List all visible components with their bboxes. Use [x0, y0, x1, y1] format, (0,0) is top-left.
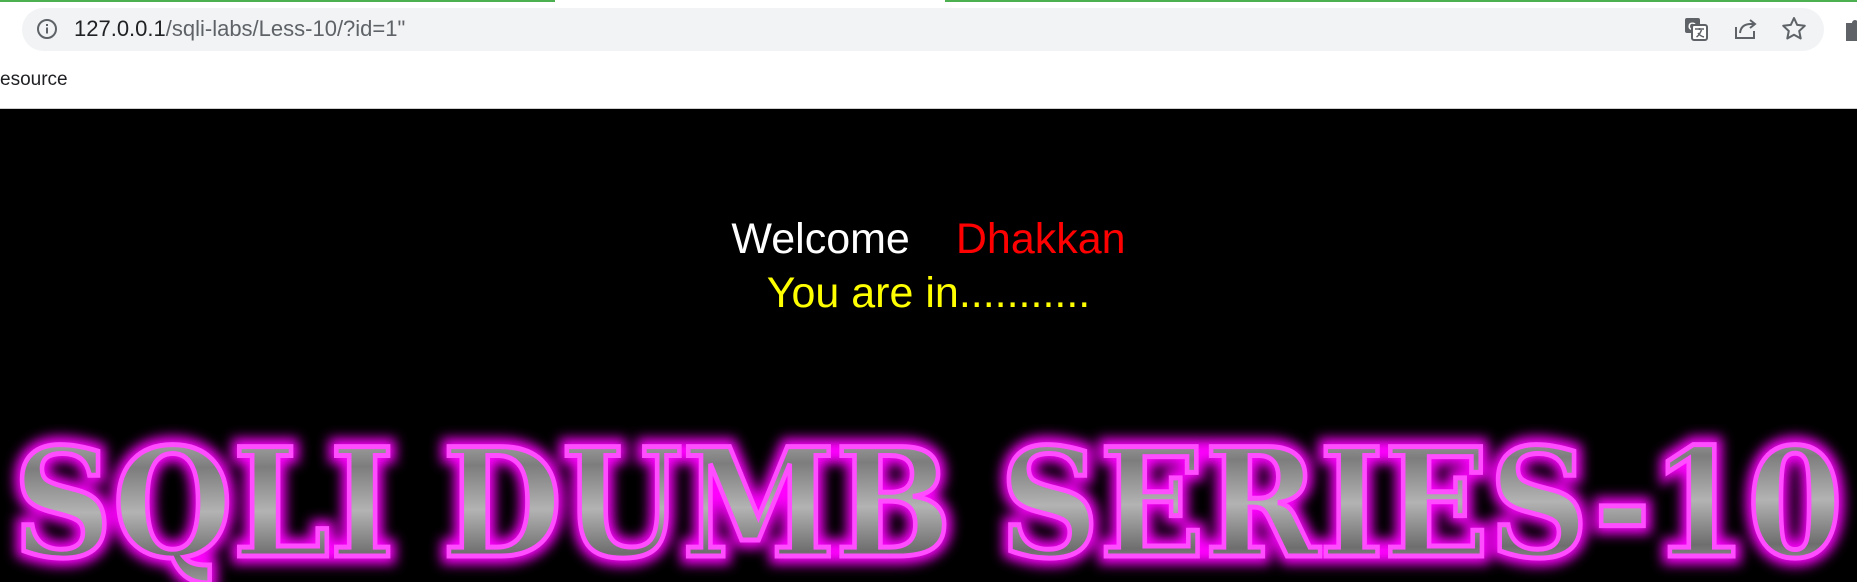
user-name: Dhakkan [955, 215, 1126, 263]
bookmark-item[interactable]: esource [0, 68, 68, 92]
url-text[interactable]: 127.0.0.1/sqli-labs/Less-10/?id=1" [74, 13, 405, 45]
extensions-icon[interactable] [1842, 15, 1857, 43]
banner-title-image: SQLI DUMB SERIES-10 SQLI DUMB SERIES-10 [5, 424, 1851, 582]
browser-chrome: 127.0.0.1/sqli-labs/Less-10/?id=1" G eso… [0, 0, 1857, 109]
tab-accent-line [0, 0, 555, 2]
translate-icon[interactable]: G [1682, 15, 1710, 43]
page-content: Welcome Dhakkan You are in........... SQL… [0, 109, 1857, 582]
star-icon[interactable] [1780, 15, 1808, 43]
info-icon[interactable] [36, 18, 58, 40]
url-host: 127.0.0.1 [74, 16, 166, 41]
tab-accent-line [945, 0, 1857, 2]
welcome-text: Welcome [731, 215, 910, 263]
welcome-line: Welcome Dhakkan [0, 213, 1857, 265]
url-path: /sqli-labs/Less-10/?id=1" [165, 16, 406, 41]
share-icon[interactable] [1731, 15, 1759, 43]
svg-text:SQLI DUMB SERIES-10: SQLI DUMB SERIES-10 [13, 424, 1843, 582]
status-message: You are in........... [766, 269, 1091, 317]
